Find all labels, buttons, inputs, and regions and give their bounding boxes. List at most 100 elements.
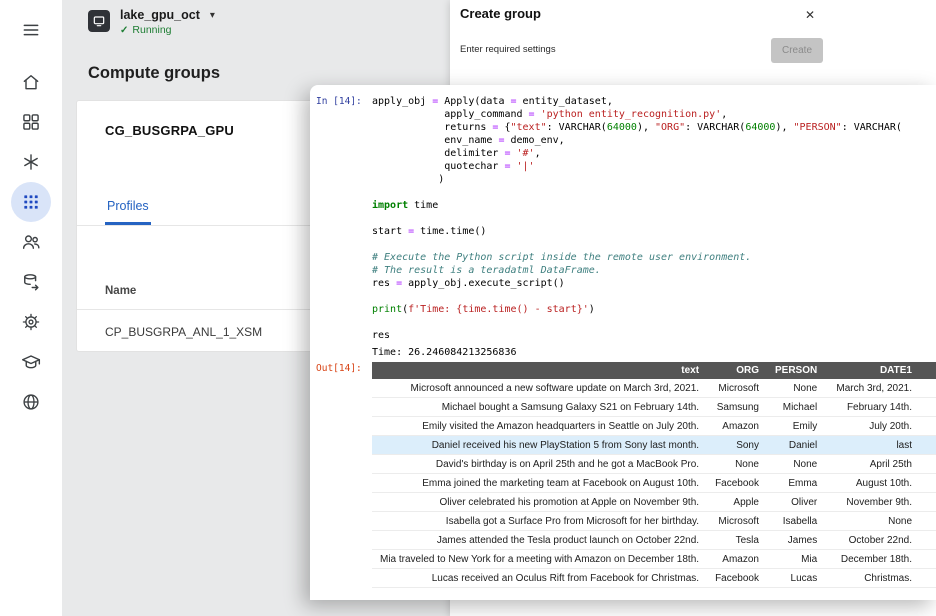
- status-badge: Running: [132, 24, 172, 36]
- df-column-header: DATE1: [825, 362, 920, 379]
- stdout-text: Time: 26.246084213256836: [372, 347, 517, 358]
- dialog-title: Create group: [460, 6, 541, 21]
- create-button[interactable]: Create: [771, 38, 823, 63]
- tab-profiles[interactable]: Profiles: [105, 199, 151, 225]
- code-line: returns = {"text": VARCHAR(64000), "ORG"…: [372, 122, 902, 133]
- df-cell: last: [825, 435, 920, 455]
- df-cell: Isabella got a Surface Pro from Microsof…: [372, 511, 708, 531]
- df-cell: August 10th.: [825, 473, 920, 493]
- code-line: import time: [372, 200, 439, 211]
- users-icon: [22, 235, 40, 249]
- code-line: ): [372, 174, 445, 185]
- df-cell: Microsoft: [707, 379, 767, 398]
- sidebar-item-learning[interactable]: [11, 342, 51, 382]
- df-row: Microsoft announced a new software updat…: [372, 379, 936, 398]
- code-line: apply_command = 'python entity_recogniti…: [372, 109, 728, 120]
- sidebar-item-apps[interactable]: [11, 102, 51, 142]
- df-cell: None: [825, 511, 920, 531]
- df-cell: None: [766, 454, 826, 474]
- df-cell: Amazon: [707, 549, 767, 569]
- code-line: env_name = demo_env,: [372, 135, 565, 146]
- df-body: Microsoft announced a new software updat…: [372, 379, 936, 588]
- code-line: res: [372, 330, 391, 341]
- code-line: apply_obj = Apply(data = entity_dataset,: [372, 96, 613, 107]
- df-row: David's birthday is on April 25th and he…: [372, 454, 936, 474]
- df-row: Daniel received his new PlayStation 5 fr…: [372, 435, 936, 455]
- df-cell: Michael bought a Samsung Galaxy S21 on F…: [372, 397, 708, 417]
- df-cell: Emily: [766, 416, 826, 436]
- code-line: delimiter = '#',: [372, 148, 541, 159]
- df-cell: Tesla: [707, 530, 767, 550]
- dataframe-output: text ORG PERSON DATE1 Microsoft announced a…: [372, 362, 936, 588]
- df-column-filler: [920, 362, 936, 379]
- compute-group-name: CG_BUSGRPA_GPU: [105, 123, 234, 138]
- df-cell: Emma: [766, 473, 826, 493]
- df-cell: Lucas received an Oculus Rift from Faceb…: [372, 568, 708, 588]
- code-line: start = time.time(): [372, 226, 487, 237]
- home-icon: [23, 75, 39, 90]
- df-cell: Oliver: [766, 492, 826, 512]
- df-cell: Facebook: [707, 473, 767, 493]
- df-cell: Mia: [766, 549, 826, 569]
- df-cell: December 18th.: [825, 549, 920, 569]
- environment-icon: [88, 10, 110, 32]
- environment-selector[interactable]: lake_gpu_oct ▾ ✓ Running: [88, 8, 215, 36]
- df-cell-filler: [920, 397, 936, 417]
- environment-text: lake_gpu_oct ▾ ✓ Running: [120, 8, 215, 36]
- df-column-header: PERSON: [766, 362, 826, 379]
- df-row: Emma joined the marketing team at Facebo…: [372, 473, 936, 493]
- sidebar-item-data[interactable]: [11, 262, 51, 302]
- sidebar: [0, 0, 62, 616]
- df-cell-filler: [920, 379, 936, 398]
- code-line: print(f'Time: {time.time() - start}'): [372, 304, 595, 315]
- df-cell: Daniel: [766, 435, 826, 455]
- df-cell: James attended the Tesla product launch …: [372, 530, 708, 550]
- sidebar-item-compute-groups[interactable]: [11, 182, 51, 222]
- df-cell: None: [707, 454, 767, 474]
- menu-button[interactable]: [13, 12, 49, 48]
- df-cell: July 20th.: [825, 416, 920, 436]
- settings-gear-icon: [22, 313, 40, 331]
- df-cell-filler: [920, 473, 936, 493]
- output-cell: Out[14]: text ORG PERSON DATE1 Microsoft an…: [310, 362, 936, 588]
- profile-row[interactable]: CP_BUSGRPA_ANL_1_XSM: [105, 325, 262, 339]
- df-row: Mia traveled to New York for a meeting w…: [372, 549, 936, 569]
- df-cell: Lucas: [766, 568, 826, 588]
- df-cell: Facebook: [707, 568, 767, 588]
- df-cell: November 9th.: [825, 492, 920, 512]
- df-cell: Isabella: [766, 511, 826, 531]
- df-row: Oliver celebrated his promotion at Apple…: [372, 492, 936, 512]
- notebook-panel: In [14]: apply_obj = Apply(data = entity…: [310, 85, 936, 600]
- df-cell: Microsoft: [707, 511, 767, 531]
- sidebar-item-favorites[interactable]: [11, 142, 51, 182]
- sidebar-item-settings[interactable]: [11, 302, 51, 342]
- df-cell-filler: [920, 568, 936, 588]
- df-cell: None: [766, 379, 826, 398]
- input-cell: In [14]: apply_obj = Apply(data = entity…: [310, 85, 936, 342]
- df-column-header: text: [372, 362, 708, 379]
- df-cell: October 22nd.: [825, 530, 920, 550]
- sidebar-item-global[interactable]: [11, 382, 51, 422]
- df-header-row: text ORG PERSON DATE1: [372, 362, 936, 379]
- code-line: # Execute the Python script inside the r…: [372, 252, 752, 263]
- chevron-down-icon: ▾: [209, 9, 215, 21]
- stdout-area: Time: 26.246084213256836: [310, 346, 936, 359]
- df-cell: Oliver celebrated his promotion at Apple…: [372, 492, 708, 512]
- code-line: quotechar = '|': [372, 161, 535, 172]
- close-button[interactable]: ✕: [800, 5, 820, 25]
- df-row: Emily visited the Amazon headquarters in…: [372, 416, 936, 436]
- page-title: Compute groups: [88, 64, 220, 82]
- df-cell: Emily visited the Amazon headquarters in…: [372, 416, 708, 436]
- df-cell-filler: [920, 454, 936, 474]
- compute-groups-icon: [24, 195, 38, 209]
- df-cell: April 25th: [825, 454, 920, 474]
- in-prompt: In [14]:: [316, 96, 362, 107]
- sidebar-item-home[interactable]: [11, 62, 51, 102]
- sidebar-item-users[interactable]: [11, 222, 51, 262]
- df-cell: Sony: [707, 435, 767, 455]
- code-line: # The result is a teradatml DataFrame.: [372, 265, 601, 276]
- df-cell: Microsoft announced a new software updat…: [372, 379, 708, 398]
- code-editor[interactable]: apply_obj = Apply(data = entity_dataset,…: [372, 95, 936, 342]
